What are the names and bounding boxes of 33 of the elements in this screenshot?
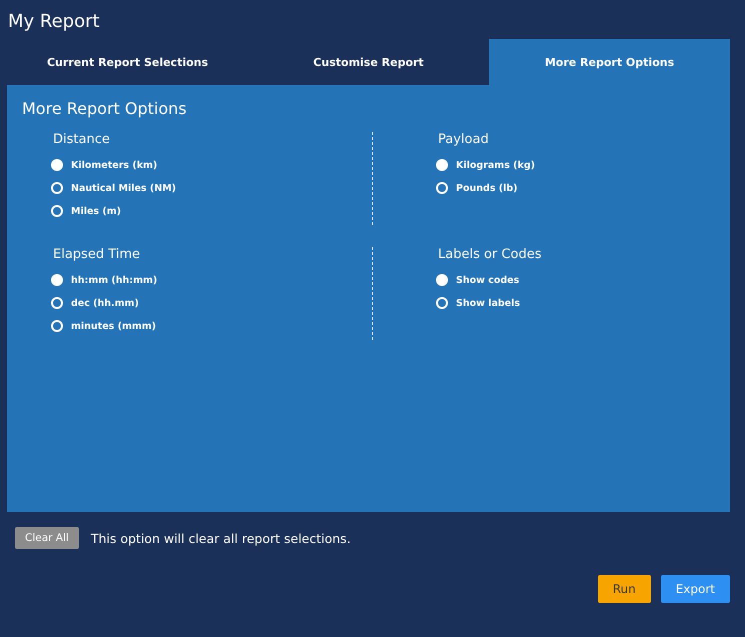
radio-button[interactable] — [51, 205, 63, 217]
option-label: Miles (m) — [71, 206, 121, 216]
option-label: dec (hh.mm) — [71, 298, 139, 308]
panel-title: More Report Options — [22, 99, 188, 118]
tab[interactable]: Current Report Selections — [7, 39, 248, 85]
radio-button[interactable] — [51, 159, 63, 171]
option-label: hh:mm (hh:mm) — [71, 274, 158, 286]
radio-button[interactable] — [51, 320, 63, 332]
radio-button[interactable] — [436, 297, 448, 309]
radio-button[interactable] — [51, 297, 63, 309]
tab[interactable]: Customise Report — [248, 39, 489, 85]
radio-button[interactable] — [436, 274, 448, 286]
option-label: Kilometers (km) — [71, 160, 158, 170]
action-button[interactable]: Run — [598, 575, 651, 603]
radio-button[interactable] — [51, 274, 63, 286]
option-label: Kilograms (kg) — [456, 160, 535, 170]
option-label: Nautical Miles (NM) — [71, 182, 176, 194]
action-button[interactable]: Export — [660, 575, 730, 603]
option-label: minutes (mmm) — [71, 320, 156, 332]
group-title: Elapsed Time — [53, 247, 142, 262]
group-title: Distance — [53, 132, 111, 147]
radio-button[interactable] — [51, 182, 63, 194]
option-label: Show labels — [456, 298, 520, 308]
group-title: Labels or Codes — [438, 247, 542, 262]
group-title: Payload — [438, 132, 490, 147]
clear-all-button[interactable]: Clear All — [15, 527, 79, 549]
tab[interactable]: More Report Options — [489, 39, 730, 85]
option-label: Pounds (lb) — [456, 182, 518, 194]
option-label: Show codes — [456, 274, 520, 286]
radio-button[interactable] — [436, 159, 448, 171]
radio-button[interactable] — [436, 182, 448, 194]
page-title: My Report — [7, 10, 101, 34]
clear-note: This option will clear all report selections. — [90, 530, 351, 546]
